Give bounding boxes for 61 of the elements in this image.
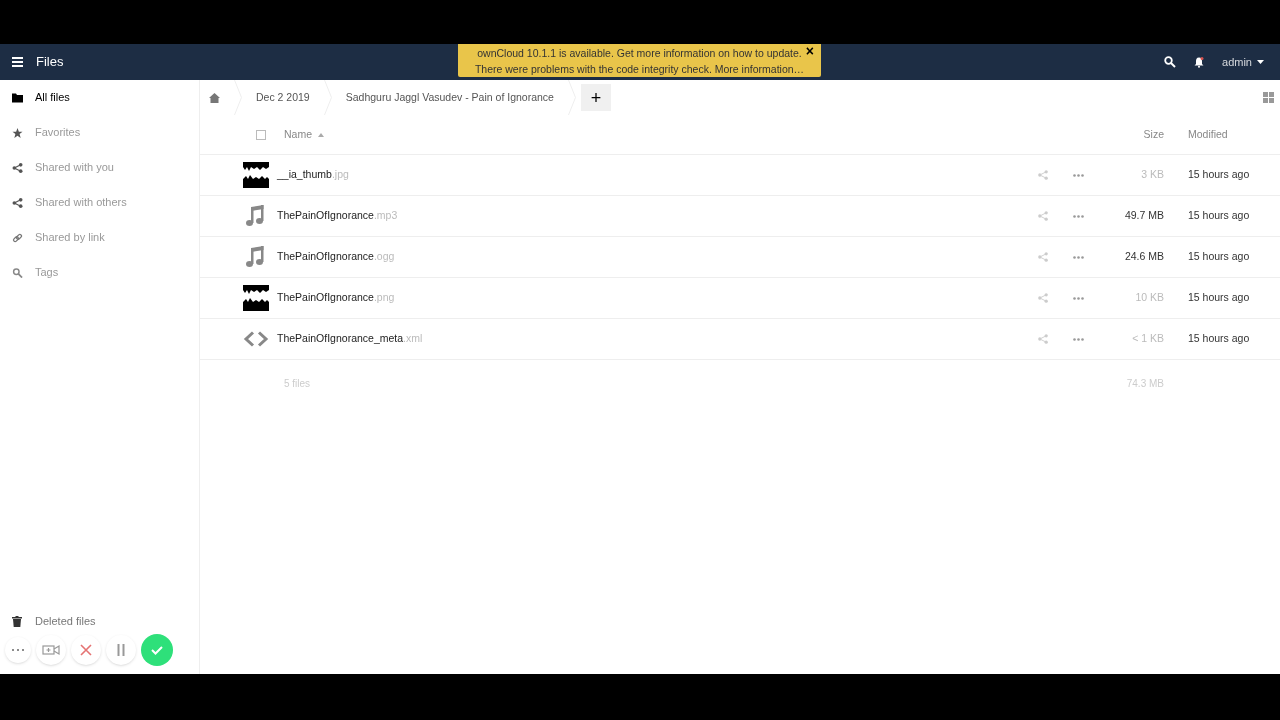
- more-icon[interactable]: [1073, 214, 1084, 218]
- modified-time: 15 hours ago: [1188, 331, 1251, 347]
- search-icon: [12, 267, 23, 278]
- file-size: 3 KB: [1140, 167, 1164, 183]
- share-icon[interactable]: [1038, 293, 1048, 303]
- grid-view-icon[interactable]: [1263, 92, 1274, 103]
- share-icon: [12, 197, 23, 208]
- star-icon: [12, 127, 23, 138]
- modified-time: 15 hours ago: [1188, 208, 1251, 224]
- caret-icon: [1257, 60, 1264, 64]
- sidebar-item[interactable]: All files: [35, 89, 70, 106]
- modified-time: 15 hours ago: [1188, 249, 1251, 265]
- code-icon: [243, 331, 269, 347]
- file-name[interactable]: ThePainOfIgnorance.png: [277, 290, 395, 306]
- file-name[interactable]: ThePainOfIgnorance.mp3: [277, 208, 398, 224]
- share-icon[interactable]: [1038, 170, 1048, 180]
- trash-icon: [12, 615, 22, 627]
- file-size: 24.6 MB: [1123, 249, 1164, 265]
- cancel-button[interactable]: [71, 635, 101, 665]
- menu-icon[interactable]: [12, 57, 23, 67]
- file-size: 49.7 MB: [1123, 208, 1164, 224]
- sort-icon: [318, 132, 324, 137]
- file-name[interactable]: ThePainOfIgnorance_meta.xml: [277, 331, 423, 347]
- notification-link[interactable]: There were problems with the code integrity check. More information…: [474, 60, 805, 77]
- modified-time: 15 hours ago: [1188, 290, 1251, 306]
- chevron-icon: [323, 80, 332, 115]
- share-icon[interactable]: [1038, 252, 1048, 262]
- name-column-header[interactable]: Name: [284, 126, 324, 143]
- notification-text: ownCloud 10.1.1 is available. Get more information on how to update.: [477, 45, 802, 61]
- breadcrumb-link[interactable]: Sadhguru Jaggl Vasudev - Pain of Ignorance: [345, 89, 554, 106]
- modified-time: 15 hours ago: [1188, 167, 1251, 183]
- breadcrumb-link[interactable]: Dec 2 2019: [256, 89, 310, 106]
- file-size: < 1 KB: [1131, 331, 1164, 347]
- folder-icon: [12, 92, 23, 103]
- chevron-icon: [234, 80, 242, 115]
- sidebar-item[interactable]: Deleted files: [35, 612, 96, 630]
- chevron-icon: [567, 80, 576, 115]
- close-button[interactable]: ×: [805, 44, 814, 58]
- more-icon[interactable]: [1073, 337, 1084, 341]
- share-icon[interactable]: [1038, 211, 1048, 221]
- new-button[interactable]: +: [580, 84, 611, 111]
- size-column-header[interactable]: Size: [1143, 126, 1164, 143]
- file-size: 10 KB: [1134, 290, 1164, 306]
- camera-button[interactable]: [36, 635, 66, 665]
- home-icon[interactable]: [209, 92, 220, 103]
- done-button[interactable]: [141, 634, 173, 666]
- user-menu[interactable]: admin: [1222, 53, 1264, 71]
- link-icon: [12, 232, 23, 243]
- pause-button[interactable]: [106, 635, 136, 665]
- file-name[interactable]: ThePainOfIgnorance.ogg: [277, 249, 395, 265]
- share-icon[interactable]: [1038, 334, 1048, 344]
- file-name[interactable]: __ia_thumb.jpg: [277, 167, 349, 183]
- more-icon[interactable]: [1073, 255, 1084, 259]
- bell-icon[interactable]: [1194, 56, 1205, 68]
- more-icon[interactable]: [1073, 173, 1084, 177]
- app-title[interactable]: Files: [36, 52, 64, 72]
- modified-column-header[interactable]: Modified: [1188, 126, 1280, 143]
- more-icon[interactable]: [1073, 296, 1084, 300]
- select-all-checkbox[interactable]: [256, 129, 266, 140]
- search-icon[interactable]: [1164, 56, 1177, 68]
- share-icon: [12, 162, 23, 173]
